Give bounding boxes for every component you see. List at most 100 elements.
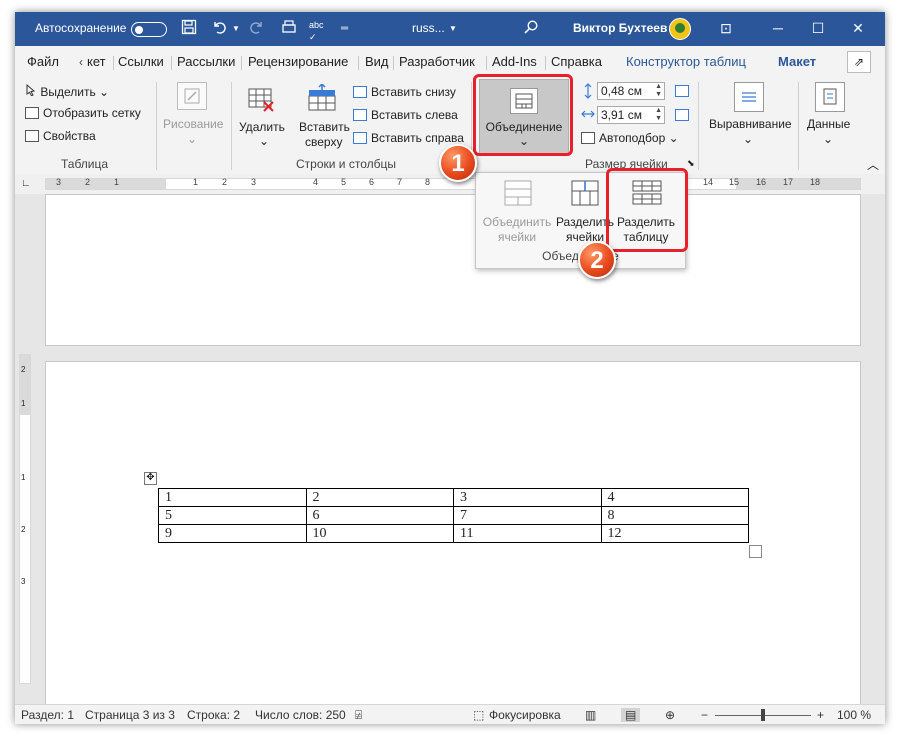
focus-mode-button[interactable]: Фокусировка	[489, 708, 561, 722]
autosave-toggle[interactable]	[131, 22, 167, 37]
zoom-level[interactable]: 100 %	[837, 708, 871, 722]
doc-name-dropdown-icon[interactable]: ▼	[449, 19, 457, 39]
spelling-icon[interactable]: abc ✓	[309, 19, 324, 43]
tab-help[interactable]: Справка	[551, 54, 602, 69]
status-section[interactable]: Раздел: 1	[21, 708, 74, 722]
table-move-handle-icon[interactable]: ✥	[144, 472, 157, 485]
user-name[interactable]: Виктор Бухтеев	[573, 21, 667, 35]
read-mode-icon[interactable]: ▥	[585, 708, 596, 722]
insert-right-icon	[353, 132, 367, 144]
drawing-button[interactable]: Рисование	[163, 117, 223, 131]
status-page[interactable]: Страница 3 из 3	[85, 708, 175, 722]
tab-review[interactable]: Рецензирование	[248, 54, 348, 69]
minimize-icon[interactable]: ─	[763, 18, 793, 38]
data-button[interactable]: Данные	[807, 117, 850, 131]
distribute-rows-icon[interactable]	[675, 85, 689, 97]
select-button[interactable]: Выделить ⌄	[25, 83, 109, 99]
column-width-icon	[581, 106, 595, 122]
table-resize-handle[interactable]	[749, 545, 762, 558]
delete-button[interactable]: Удалить	[239, 120, 285, 134]
tab-file[interactable]: Файл	[27, 54, 59, 69]
table-cell[interactable]: 11	[453, 524, 602, 543]
insert-above-button-line2[interactable]: сверху	[305, 135, 342, 149]
column-width-input[interactable]: 3,91 см ▲ ▼	[597, 106, 665, 124]
tab-developer[interactable]: Разработчик	[399, 54, 475, 69]
title-bar: Автосохранение ▼ abc ✓ ═ russ... ▼ Виктор…	[15, 12, 885, 46]
close-icon[interactable]: ✕	[843, 18, 873, 38]
word-table: 1 2 3 4 5 6 7 8 9 10 11 12	[158, 488, 749, 543]
distribute-columns-icon[interactable]	[675, 109, 689, 121]
avatar[interactable]	[669, 18, 691, 40]
table-cell[interactable]: 6	[305, 506, 454, 525]
table-cell[interactable]: 9	[158, 524, 307, 543]
tab-layout[interactable]: кет	[87, 54, 106, 69]
word-window: Автосохранение ▼ abc ✓ ═ russ... ▼ Виктор…	[15, 12, 885, 724]
table-cell[interactable]: 7	[453, 506, 602, 525]
collapse-ribbon-icon[interactable]: ︿	[867, 156, 879, 173]
highlight-merge-button	[473, 74, 573, 156]
tab-table-design[interactable]: Конструктор таблиц	[626, 54, 746, 69]
tab-references[interactable]: Ссылки	[118, 54, 164, 69]
save-icon[interactable]	[181, 19, 197, 40]
insert-right-button[interactable]: Вставить справа	[371, 131, 464, 145]
table-cell[interactable]: 8	[600, 506, 749, 525]
proofing-icon[interactable]: ⍯	[355, 708, 362, 723]
vertical-ruler[interactable]: 2 1 1 2 3	[19, 354, 31, 684]
autofit-button[interactable]: Автоподбор ⌄	[599, 131, 679, 145]
merge-cells-button[interactable]: Объединить ячейки	[482, 215, 552, 245]
properties-icon	[25, 130, 39, 142]
delete-table-icon	[247, 86, 277, 114]
alignment-chevron-icon: ⌄	[743, 132, 754, 146]
table-cell[interactable]: 12	[600, 524, 749, 543]
zoom-out-button[interactable]: −	[701, 708, 708, 722]
data-chevron-icon: ⌄	[823, 132, 834, 146]
table-cell[interactable]: 4	[600, 488, 749, 507]
tab-add-ins[interactable]: Add-Ins	[492, 54, 537, 69]
share-icon[interactable]: ⇗	[847, 51, 871, 73]
insert-below-button[interactable]: Вставить снизу	[371, 85, 456, 99]
table-cell[interactable]: 2	[305, 488, 454, 507]
cell-size-launcher-icon[interactable]: ⬊	[687, 158, 695, 169]
status-word-count[interactable]: Число слов: 250	[255, 708, 346, 722]
properties-button[interactable]: Свойства	[43, 129, 96, 143]
status-line[interactable]: Строка: 2	[187, 708, 240, 722]
insert-above-button-line1[interactable]: Вставить	[299, 120, 350, 134]
page-2-bottom[interactable]	[45, 194, 861, 346]
touch-mode-icon[interactable]	[281, 19, 297, 40]
customize-qa-icon[interactable]: ═	[341, 19, 348, 39]
undo-dropdown-icon[interactable]: ▼	[232, 19, 240, 39]
table-cell[interactable]: 10	[305, 524, 454, 543]
insert-left-button[interactable]: Вставить слева	[371, 108, 458, 122]
maximize-icon[interactable]: ☐	[803, 18, 833, 38]
table-cell[interactable]: 1	[158, 488, 307, 507]
search-icon[interactable]	[523, 19, 539, 40]
split-cells-icon	[570, 179, 600, 207]
print-layout-icon[interactable]: ▤	[621, 708, 641, 722]
tab-stop-icon[interactable]: ∟	[21, 178, 31, 189]
web-layout-icon[interactable]: ⊕	[665, 708, 675, 722]
callout-badge-1: 1	[439, 144, 477, 182]
table-cell[interactable]: 3	[453, 488, 602, 507]
insert-left-icon	[353, 109, 367, 121]
table-cell[interactable]: 5	[158, 506, 307, 525]
table-row: 5 6 7 8	[158, 506, 749, 525]
focus-mode-icon[interactable]: ⬚	[473, 708, 484, 722]
undo-icon[interactable]	[211, 19, 227, 40]
tab-view[interactable]: Вид	[365, 54, 389, 69]
gridlines-button[interactable]: Отобразить сетку	[43, 106, 141, 120]
ribbon-display-icon[interactable]: ⊡	[711, 18, 741, 38]
tabs-scroll-left-icon[interactable]: ‹	[79, 55, 83, 69]
row-height-input[interactable]: 0,48 см ▲ ▼	[597, 82, 665, 100]
autofit-icon	[581, 132, 595, 144]
tab-mailings[interactable]: Рассылки	[177, 54, 235, 69]
table-row: 9 10 11 12	[158, 524, 749, 543]
document-area: 2 1 1 2 3 ✥ 1 2 3 4 5 6 7 8 9 10 11 12	[15, 194, 885, 704]
cursor-icon	[26, 83, 36, 97]
doc-name[interactable]: russ...	[412, 21, 445, 35]
alignment-button[interactable]: Выравнивание	[709, 117, 792, 131]
group-label-table: Таблица	[61, 157, 109, 171]
tab-table-layout[interactable]: Макет	[778, 54, 817, 79]
zoom-in-button[interactable]: +	[817, 708, 824, 722]
zoom-slider-thumb[interactable]	[761, 709, 765, 721]
redo-icon[interactable]	[249, 19, 265, 40]
